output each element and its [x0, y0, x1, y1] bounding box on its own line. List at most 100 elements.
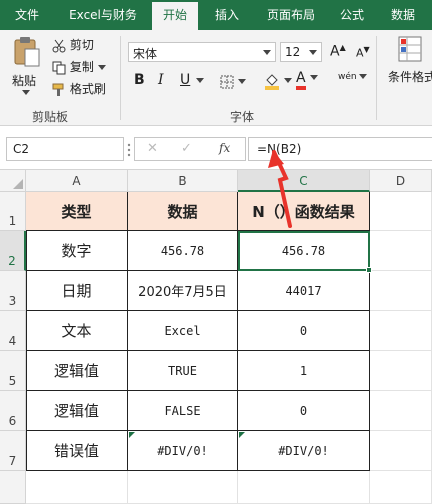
- row-header-8[interactable]: [0, 471, 26, 504]
- chevron-down-icon: [309, 50, 317, 55]
- empty-cell[interactable]: [370, 192, 432, 231]
- cancel-icon[interactable]: ✕: [147, 141, 158, 156]
- chevron-down-icon: [310, 75, 319, 80]
- table-cell[interactable]: 0: [238, 311, 370, 351]
- table-cell[interactable]: 2020年7月5日: [128, 271, 238, 311]
- empty-cell[interactable]: [238, 471, 370, 504]
- tab-excel-finance[interactable]: Excel与财务: [62, 0, 144, 30]
- paste-button[interactable]: 粘贴: [10, 36, 44, 100]
- font-color-button[interactable]: A: [296, 70, 319, 90]
- table-cell[interactable]: #DIV/0!: [128, 431, 238, 471]
- table-header-type[interactable]: 类型: [26, 192, 128, 231]
- scissors-icon: [52, 39, 66, 52]
- row-header-3[interactable]: 3: [0, 271, 26, 311]
- empty-cell[interactable]: [370, 351, 432, 391]
- row-header-5[interactable]: 5: [0, 351, 26, 391]
- tab-home[interactable]: 开始: [152, 2, 198, 30]
- name-box[interactable]: C2: [6, 137, 124, 161]
- row-header-1[interactable]: 1: [0, 192, 26, 231]
- chevron-down-icon: [263, 50, 271, 55]
- chevron-down-icon: [196, 78, 204, 83]
- table-header-n-result[interactable]: N（）函数结果: [238, 192, 370, 231]
- grow-font-icon: A: [330, 43, 340, 60]
- paste-label: 粘贴: [12, 74, 37, 88]
- empty-cell[interactable]: [370, 271, 432, 311]
- empty-cell[interactable]: [370, 311, 432, 351]
- row-number: 7: [8, 454, 17, 468]
- format-painter-label: 格式刷: [69, 82, 106, 96]
- table-header-data[interactable]: 数据: [128, 192, 238, 231]
- select-all-corner[interactable]: [0, 170, 26, 192]
- paste-icon: [14, 37, 40, 67]
- select-all-triangle-icon: [13, 179, 23, 189]
- tab-file[interactable]: 文件: [6, 0, 48, 30]
- chevron-down-icon: [237, 78, 246, 84]
- empty-cell[interactable]: [370, 471, 432, 504]
- underline-button[interactable]: U: [180, 72, 190, 88]
- row-header-2[interactable]: 2: [0, 231, 26, 271]
- clipboard-group-label: 剪贴板: [32, 110, 69, 124]
- table-cell[interactable]: 456.78: [128, 231, 238, 271]
- bold-button[interactable]: B: [134, 72, 145, 88]
- empty-cell[interactable]: [26, 471, 128, 504]
- fill-bucket-icon: [265, 74, 279, 90]
- formula-buttons: ✕ ✓ fx: [134, 137, 246, 161]
- grow-font-button[interactable]: A▲: [330, 43, 346, 60]
- tab-page-layout[interactable]: 页面布局: [256, 0, 326, 30]
- borders-button[interactable]: [220, 74, 246, 89]
- copy-button[interactable]: 复制: [52, 58, 106, 76]
- table-cell[interactable]: 逻辑值: [26, 391, 128, 431]
- error-indicator-icon: [239, 432, 245, 438]
- row-number: 4: [8, 334, 17, 348]
- table-cell[interactable]: #DIV/0!: [238, 431, 370, 471]
- table-cell[interactable]: FALSE: [128, 391, 238, 431]
- empty-cell[interactable]: [370, 231, 432, 271]
- font-name-select[interactable]: 宋体: [128, 42, 276, 62]
- cut-button[interactable]: 剪切: [52, 36, 94, 54]
- row-number: 6: [8, 414, 17, 428]
- chevron-down-icon: [22, 90, 30, 95]
- phonetic-button[interactable]: wén: [338, 72, 368, 82]
- table-cell[interactable]: 逻辑值: [26, 351, 128, 391]
- cut-label: 剪切: [69, 38, 94, 52]
- more-options-icon[interactable]: [127, 143, 131, 157]
- empty-cell[interactable]: [370, 391, 432, 431]
- empty-cell[interactable]: [128, 471, 238, 504]
- tab-formulas[interactable]: 公式: [332, 0, 372, 30]
- row-number: 5: [8, 374, 17, 388]
- table-cell[interactable]: 文本: [26, 311, 128, 351]
- shrink-font-button[interactable]: A▼: [356, 45, 370, 60]
- column-header-c[interactable]: C: [238, 170, 370, 192]
- format-painter-button[interactable]: 格式刷: [52, 80, 106, 98]
- column-header-a[interactable]: A: [26, 170, 128, 192]
- tab-insert[interactable]: 插入: [204, 0, 250, 30]
- table-cell[interactable]: 日期: [26, 271, 128, 311]
- row-header-4[interactable]: 4: [0, 311, 26, 351]
- ribbon-tab-bar: 文件 Excel与财务 开始 插入 页面布局 公式 数据: [0, 0, 432, 30]
- table-cell[interactable]: 1: [238, 351, 370, 391]
- table-cell[interactable]: 0: [238, 391, 370, 431]
- empty-cell[interactable]: [370, 431, 432, 471]
- fill-color-button[interactable]: [264, 72, 292, 90]
- active-cell-selection[interactable]: [238, 231, 370, 271]
- column-header-d[interactable]: D: [370, 170, 432, 192]
- insert-function-icon[interactable]: fx: [219, 141, 230, 155]
- table-cell[interactable]: TRUE: [128, 351, 238, 391]
- column-header-b[interactable]: B: [128, 170, 238, 192]
- row-header-6[interactable]: 6: [0, 391, 26, 431]
- font-size-select[interactable]: 12: [280, 42, 322, 62]
- table-cell[interactable]: Excel: [128, 311, 238, 351]
- shrink-font-icon: A: [356, 46, 364, 60]
- table-cell[interactable]: 44017: [238, 271, 370, 311]
- fill-handle[interactable]: [366, 267, 372, 273]
- row-number: 2: [8, 254, 16, 268]
- italic-button[interactable]: I: [158, 72, 164, 88]
- group-divider: [120, 36, 121, 120]
- tab-data[interactable]: 数据: [382, 0, 424, 30]
- conditional-format-icon: [398, 36, 422, 62]
- table-cell[interactable]: 错误值: [26, 431, 128, 471]
- enter-icon[interactable]: ✓: [181, 141, 192, 156]
- row-header-7[interactable]: 7: [0, 431, 26, 471]
- table-cell[interactable]: 数字: [26, 231, 128, 271]
- conditional-format-button[interactable]: 条件格式: [388, 36, 432, 96]
